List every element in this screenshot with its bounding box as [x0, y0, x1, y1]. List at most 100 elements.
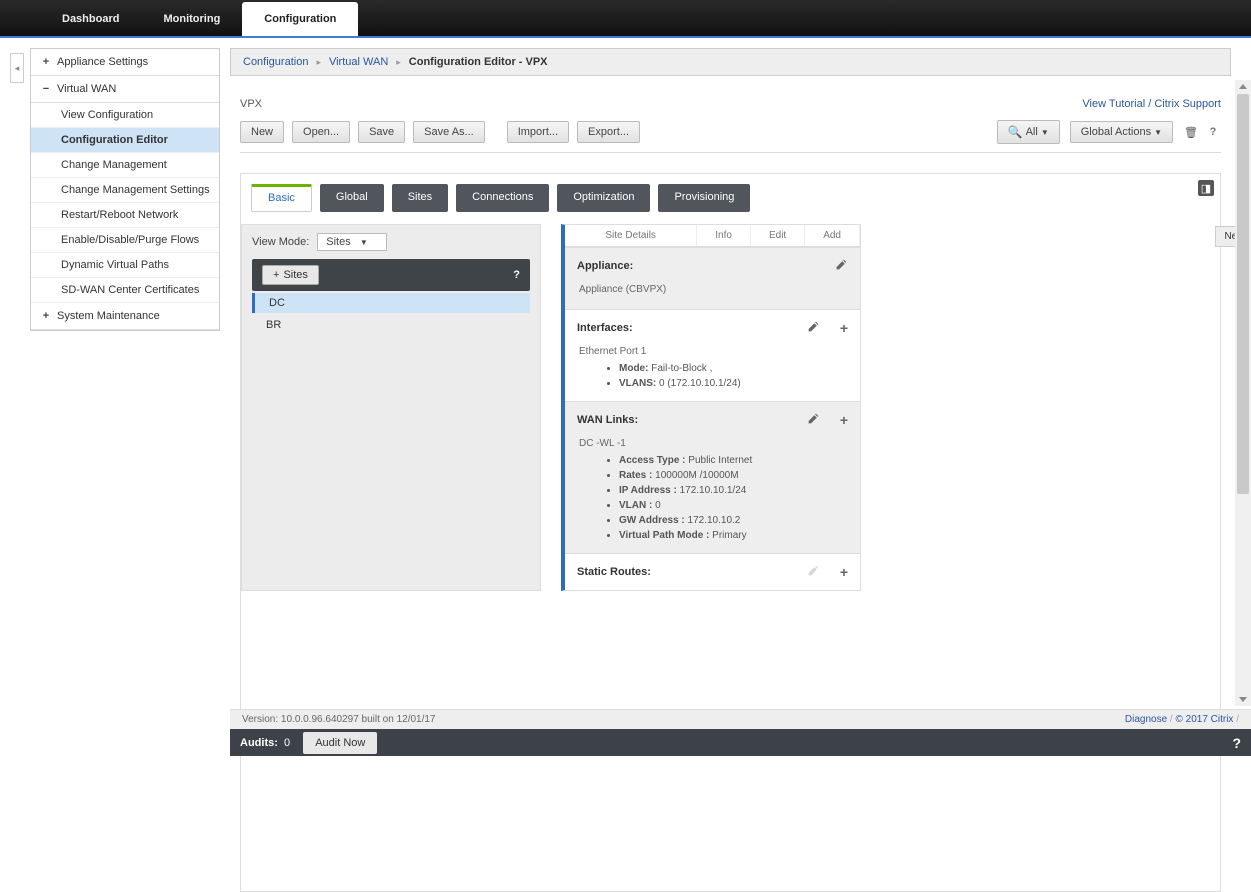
link-view-tutorial[interactable]: View Tutorial: [1082, 98, 1145, 110]
sidebar-configuration-editor[interactable]: Configuration Editor: [31, 128, 219, 153]
page-title: VPX: [240, 98, 262, 110]
interfaces-header: Interfaces:: [577, 322, 633, 334]
edit-static-routes-icon[interactable]: [807, 564, 820, 580]
tab-monitoring[interactable]: Monitoring: [141, 2, 242, 36]
interface-vlans-row: VLANS: 0 (172.10.10.1/24): [619, 376, 846, 391]
help-icon[interactable]: ?: [1205, 124, 1221, 140]
sidebar-view-configuration[interactable]: View Configuration: [31, 103, 219, 128]
sites-bar: + Sites ?: [252, 259, 530, 291]
label: Appliance Settings: [57, 56, 148, 68]
crumb-current: Configuration Editor - VPX: [409, 56, 548, 68]
interfaces-section: Interfaces: + Ethernet Port 1: [565, 309, 860, 401]
footer-help-icon[interactable]: ?: [1232, 735, 1241, 751]
saveas-button[interactable]: Save As...: [413, 121, 485, 143]
sidebar-virtual-wan[interactable]: − Virtual WAN: [31, 76, 219, 103]
link-copyright[interactable]: © 2017 Citrix: [1175, 714, 1233, 725]
sidebar-sdwan-certs[interactable]: SD-WAN Center Certificates: [31, 278, 219, 303]
tab-edit[interactable]: Edit: [751, 225, 805, 246]
appliance-value: Appliance (CBVPX): [579, 284, 846, 295]
static-routes-header: Static Routes:: [577, 566, 651, 578]
search-icon: 🔍: [1008, 125, 1023, 139]
site-details-panel: Site Details Info Edit Add Appliance:: [561, 224, 861, 591]
editor-body: ◨ Basic Global Sites Connections Optimiz…: [240, 173, 1221, 892]
edit-appliance-icon[interactable]: [835, 258, 848, 274]
crumb-virtual-wan[interactable]: Virtual WAN: [329, 56, 388, 68]
import-button[interactable]: Import...: [507, 121, 569, 143]
wan-row: Rates : 100000M /10000M: [619, 468, 846, 483]
tab-site-details[interactable]: Site Details: [565, 225, 697, 246]
wan-name: DC -WL -1: [579, 438, 846, 449]
tab-add[interactable]: Add: [805, 225, 860, 246]
footer-audit-bar: Audits: 0 Audit Now ?: [230, 729, 1251, 756]
tab-basic[interactable]: Basic: [251, 184, 312, 212]
wan-row: GW Address : 172.10.10.2: [619, 513, 846, 528]
tab-global[interactable]: Global: [320, 184, 384, 212]
chevron-down-icon: ▼: [1041, 128, 1049, 137]
edit-wan-icon[interactable]: [807, 412, 820, 428]
site-item-br[interactable]: BR: [252, 315, 530, 335]
sidebar-change-mgmt-settings[interactable]: Change Management Settings: [31, 178, 219, 203]
chevron-right-icon: ▸: [396, 57, 401, 68]
tab-provisioning[interactable]: Provisioning: [658, 184, 750, 212]
wan-rows: Access Type : Public Internet Rates : 10…: [579, 453, 846, 543]
wan-row: IP Address : 172.10.10.1/24: [619, 483, 846, 498]
toolbar-left: New Open... Save Save As... Import... Ex…: [240, 121, 644, 143]
site-item-dc[interactable]: DC: [252, 293, 530, 313]
chevron-right-icon: ▸: [316, 57, 321, 68]
toolbar-right: 🔍 All ▼ Global Actions ▼ 🗑 ?: [997, 120, 1221, 144]
edit-interfaces-icon[interactable]: [807, 320, 820, 336]
config-tabs: Basic Global Sites Connections Optimizat…: [251, 184, 1220, 212]
sidebar: + Appliance Settings − Virtual WAN View …: [30, 48, 220, 331]
collapse-sidebar-icon[interactable]: ◂: [10, 53, 24, 83]
search-all-button[interactable]: 🔍 All ▼: [997, 120, 1060, 144]
view-mode-label: View Mode:: [252, 236, 309, 248]
trash-icon[interactable]: 🗑: [1183, 124, 1199, 140]
interface-port: Ethernet Port 1: [579, 346, 846, 357]
static-routes-section: Static Routes: +: [565, 553, 860, 590]
expand-panel-icon[interactable]: ◨: [1198, 180, 1214, 196]
plus-icon: +: [41, 310, 51, 322]
link-diagnose[interactable]: Diagnose: [1125, 714, 1167, 725]
top-nav: Dashboard Monitoring Configuration: [0, 0, 1251, 38]
sidebar-system-maintenance[interactable]: + System Maintenance: [31, 303, 219, 330]
sidebar-appliance-settings[interactable]: + Appliance Settings: [31, 49, 219, 76]
label: System Maintenance: [57, 310, 160, 322]
add-static-route-icon[interactable]: +: [840, 564, 848, 580]
open-button[interactable]: Open...: [292, 121, 350, 143]
tab-info[interactable]: Info: [697, 225, 751, 246]
link-citrix-support[interactable]: Citrix Support: [1154, 98, 1221, 110]
wan-row: Access Type : Public Internet: [619, 453, 846, 468]
tab-optimization[interactable]: Optimization: [557, 184, 650, 212]
add-site-button[interactable]: + Sites: [262, 265, 319, 285]
wan-header: WAN Links:: [577, 414, 638, 426]
add-interface-icon[interactable]: +: [840, 320, 848, 336]
chevron-down-icon: ▼: [360, 238, 368, 247]
separator: [240, 152, 1221, 153]
sidebar-enable-disable-purge[interactable]: Enable/Disable/Purge Flows: [31, 228, 219, 253]
view-mode-select[interactable]: Sites ▼: [317, 233, 386, 251]
global-actions-button[interactable]: Global Actions ▼: [1070, 121, 1173, 143]
sidebar-dynamic-virtual-paths[interactable]: Dynamic Virtual Paths: [31, 253, 219, 278]
label: Virtual WAN: [57, 83, 116, 95]
tab-configuration[interactable]: Configuration: [242, 2, 358, 36]
save-button[interactable]: Save: [358, 121, 405, 143]
audit-now-button[interactable]: Audit Now: [303, 732, 377, 754]
help-icon[interactable]: ?: [513, 269, 520, 281]
sidebar-restart-reboot[interactable]: Restart/Reboot Network: [31, 203, 219, 228]
add-wan-icon[interactable]: +: [840, 412, 848, 428]
sidebar-change-management[interactable]: Change Management: [31, 153, 219, 178]
crumb-configuration[interactable]: Configuration: [243, 56, 308, 68]
tab-sites[interactable]: Sites: [392, 184, 448, 212]
export-button[interactable]: Export...: [577, 121, 640, 143]
tab-connections[interactable]: Connections: [456, 184, 549, 212]
new-button[interactable]: New: [240, 121, 284, 143]
appliance-section: Appliance: Appliance (CBVPX): [565, 247, 860, 309]
tab-dashboard[interactable]: Dashboard: [40, 2, 141, 36]
wan-links-section: WAN Links: + DC -WL -1 Access: [565, 401, 860, 553]
sites-panel: View Mode: Sites ▼ + Sites ? DC: [241, 224, 541, 591]
minus-icon: −: [41, 83, 51, 95]
wan-row: VLAN : 0: [619, 498, 846, 513]
footer-info-bar: Version: 10.0.0.96.640297 built on 12/01…: [230, 709, 1251, 729]
vertical-scrollbar[interactable]: [1235, 80, 1251, 706]
wan-row: Virtual Path Mode : Primary: [619, 528, 846, 543]
